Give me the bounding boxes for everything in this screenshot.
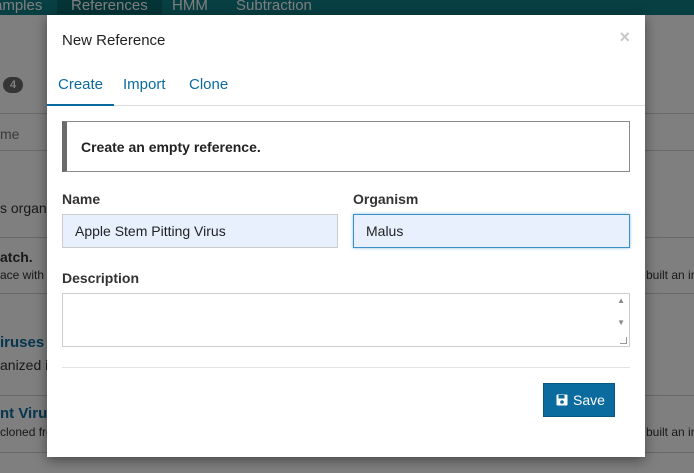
organism-label: Organism xyxy=(353,191,419,207)
tab-create[interactable]: Create xyxy=(47,73,115,106)
modal-title: New Reference xyxy=(62,32,166,49)
name-input[interactable] xyxy=(62,214,338,248)
resize-grip-icon[interactable] xyxy=(620,337,627,344)
scroll-down-icon[interactable]: ▼ xyxy=(617,318,625,327)
save-button-label: Save xyxy=(573,392,605,408)
info-alert: Create an empty reference. xyxy=(62,121,630,172)
floppy-disk-icon xyxy=(556,394,568,406)
name-label: Name xyxy=(62,191,101,207)
new-reference-modal: New Reference × Create Import Clone Crea… xyxy=(47,15,645,457)
tab-import[interactable]: Import xyxy=(112,73,177,106)
description-textarea[interactable]: ▲ ▼ xyxy=(62,293,630,347)
scroll-up-icon[interactable]: ▲ xyxy=(617,296,625,305)
info-alert-text: Create an empty reference. xyxy=(81,139,261,155)
modal-tabs: Create Import Clone xyxy=(47,73,645,106)
tab-clone[interactable]: Clone xyxy=(178,73,239,106)
organism-input[interactable] xyxy=(353,214,630,248)
description-label: Description xyxy=(62,270,140,286)
footer-divider xyxy=(62,367,630,368)
close-icon[interactable]: × xyxy=(619,27,630,48)
save-button[interactable]: Save xyxy=(543,383,615,417)
